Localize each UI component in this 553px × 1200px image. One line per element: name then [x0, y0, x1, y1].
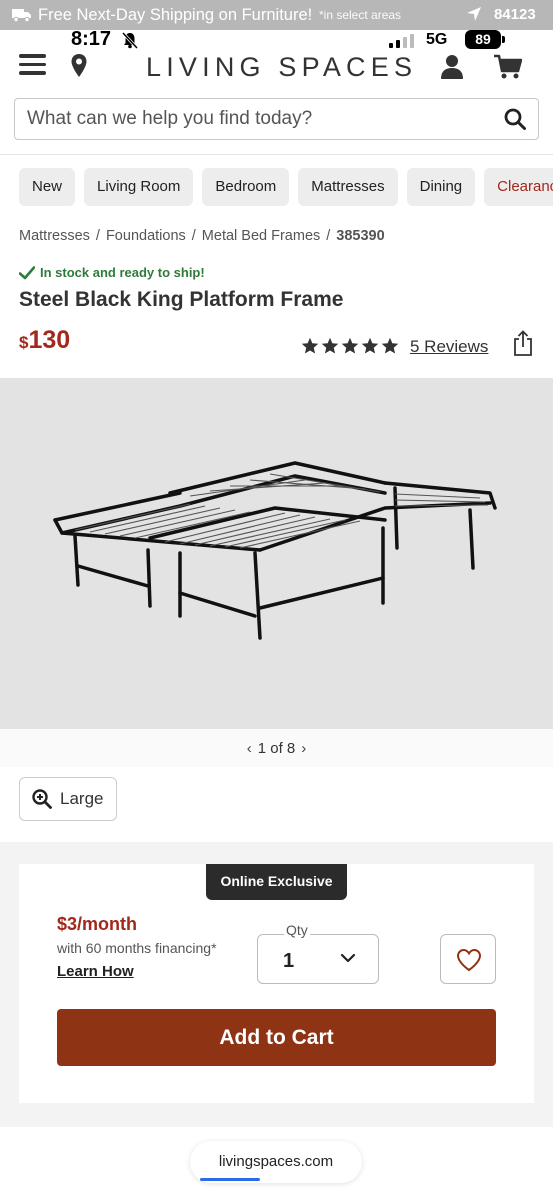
quantity-select[interactable]: 1 — [257, 934, 379, 984]
breadcrumb-sku: 385390 — [336, 228, 385, 244]
category-chip-living-room[interactable]: Living Room — [84, 168, 194, 206]
account-icon[interactable] — [440, 54, 464, 80]
truck-icon — [12, 9, 31, 22]
online-exclusive-badge: Online Exclusive — [206, 864, 347, 900]
learn-how-link[interactable]: Learn How — [57, 963, 134, 980]
category-chip-mattresses[interactable]: Mattresses — [298, 168, 398, 206]
star-icon — [301, 337, 319, 354]
price-amount: 130 — [28, 326, 71, 354]
reviews-link[interactable]: 5 Reviews — [410, 337, 488, 357]
site-logo[interactable]: LIVING SPACES — [146, 52, 417, 83]
status-bar: 8:17 5G 89 — [0, 28, 553, 52]
qty-label: Qty — [284, 922, 310, 938]
header-divider — [0, 154, 553, 155]
stock-status-text: In stock and ready to ship! — [40, 265, 205, 280]
battery-tip — [502, 36, 505, 43]
page-load-progress — [200, 1178, 260, 1181]
breadcrumb-mattresses[interactable]: Mattresses — [19, 228, 90, 244]
promo-note: *in select areas — [319, 8, 402, 22]
promo-text: Free Next-Day Shipping on Furniture! — [38, 6, 313, 24]
product-image[interactable] — [0, 378, 553, 729]
chevron-right-icon[interactable]: › — [301, 740, 306, 757]
add-to-cart-button[interactable]: Add to Cart — [57, 1009, 496, 1066]
breadcrumb: Mattresses / Foundations / Metal Bed Fra… — [19, 228, 385, 244]
site-header: LIVING SPACES — [0, 52, 553, 86]
product-price: $130 — [19, 326, 70, 355]
image-page-label: 1 of 8 — [257, 739, 296, 757]
breadcrumb-separator: / — [191, 228, 196, 244]
breadcrumb-separator: / — [326, 228, 331, 244]
bell-muted-icon — [121, 31, 139, 49]
breadcrumb-separator: / — [95, 228, 100, 244]
stock-status: In stock and ready to ship! — [19, 265, 205, 280]
breadcrumb-metal-bed-frames[interactable]: Metal Bed Frames — [202, 228, 320, 244]
category-chip-new[interactable]: New — [19, 168, 76, 206]
breadcrumb-foundations[interactable]: Foundations — [106, 228, 186, 244]
chevron-left-icon[interactable]: ‹ — [247, 740, 252, 757]
search-input[interactable] — [27, 99, 497, 138]
category-chip-dining[interactable]: Dining — [406, 168, 476, 206]
view-large-button[interactable]: Large — [19, 777, 117, 821]
view-large-label: Large — [60, 789, 104, 808]
financing-text: with 60 months financing* — [57, 940, 217, 956]
location-arrow-icon — [467, 7, 481, 21]
status-time: 8:17 — [71, 28, 112, 50]
quantity-value: 1 — [283, 950, 295, 972]
signal-icon — [389, 34, 414, 48]
category-chip-bedroom[interactable]: Bedroom — [202, 168, 290, 206]
cart-icon[interactable] — [494, 54, 522, 80]
menu-icon[interactable] — [19, 54, 46, 78]
category-chip-clearance[interactable]: Clearance — [484, 168, 553, 206]
product-title: Steel Black King Platform Frame — [19, 288, 344, 311]
network-label: 5G — [426, 31, 448, 48]
promo-banner[interactable]: Free Next-Day Shipping on Furniture! *in… — [0, 0, 553, 30]
star-icon — [341, 337, 359, 354]
wishlist-button[interactable] — [440, 934, 496, 984]
search-icon[interactable] — [504, 108, 526, 130]
checkmark-icon — [19, 265, 35, 279]
location-pin-icon[interactable] — [70, 53, 88, 79]
browser-url-bar[interactable]: livingspaces.com — [190, 1141, 362, 1183]
zoom-in-icon — [32, 789, 52, 809]
star-icon — [381, 337, 399, 354]
bed-frame-image — [53, 461, 497, 640]
chevron-down-icon — [340, 953, 356, 963]
heart-icon — [456, 948, 482, 972]
star-icon — [361, 337, 379, 354]
battery-level: 89 — [465, 30, 501, 49]
zip-code[interactable]: 84123 — [494, 6, 536, 23]
category-chips: New Living Room Bedroom Mattresses Dinin… — [19, 168, 553, 206]
search-bar — [14, 98, 539, 140]
image-pager: ‹ 1 of 8 › — [0, 729, 553, 767]
star-rating[interactable] — [301, 337, 399, 355]
monthly-price: $3/month — [57, 914, 138, 934]
star-icon — [321, 337, 339, 354]
share-icon[interactable] — [513, 330, 533, 356]
